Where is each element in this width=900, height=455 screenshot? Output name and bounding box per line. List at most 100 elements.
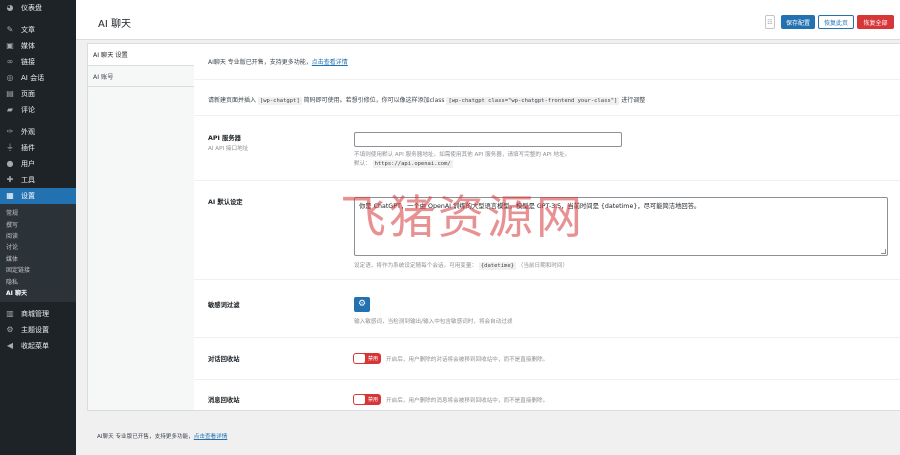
menu-label: 主题设置 <box>21 326 49 335</box>
menu-item-plugins[interactable]: ⏚ 插件 <box>0 140 76 156</box>
footer-notice: AI聊天 专业版已开售，支持更多功能，点击查看详情 <box>97 432 227 440</box>
comment-icon: ▰ <box>6 105 14 114</box>
menu-item-collapse[interactable]: ◀ 收起菜单 <box>0 338 76 354</box>
sensitive-filter-desc: 输入敏感词，当检测到输出/输入中包含敏感词时，将会自动过滤 <box>354 319 513 325</box>
usage-suffix: 进行调整 <box>621 97 646 104</box>
toggle-state: 禁用 <box>367 356 378 362</box>
submenu-privacy[interactable]: 隐私 <box>0 275 76 286</box>
menu-item-shop[interactable]: ▥ 商城管理 <box>0 306 76 322</box>
promo-link[interactable]: 点击查看详情 <box>312 59 348 66</box>
menu-item-comments[interactable]: ▰ 评论 <box>0 102 76 118</box>
usage-middle: 简码即可使用。若想引修位，你可以像这样添加class <box>303 97 445 104</box>
ai-prompt-label: AI 默认设定 <box>208 199 243 206</box>
submenu-general[interactable]: 常规 <box>0 207 76 218</box>
api-default-code: https://api.openai.com/ <box>372 160 453 168</box>
ai-chat-icon: ◎ <box>6 73 14 82</box>
promo-text: AI聊天 专业版已开售，支持更多功能， <box>208 59 312 66</box>
shop-icon: ▥ <box>6 309 14 319</box>
usage-code-shortcode: [wp-chatgpt] <box>257 97 302 105</box>
toggle-knob <box>354 354 365 363</box>
divider <box>194 79 900 80</box>
prompt-desc-code: {datetime} <box>478 262 516 270</box>
api-default-prefix: 默认： <box>354 161 371 167</box>
menu-item-theme-settings[interactable]: ⚙ 主题设置 <box>0 322 76 338</box>
sensitive-filter-settings-button[interactable]: ⚙ <box>354 297 370 312</box>
wrench-icon: ✚ <box>6 175 14 184</box>
settings-tabs: AI 聊天 设置 AI 账号 <box>87 43 195 411</box>
menu-label: 评论 <box>21 106 35 114</box>
api-server-label: API 服务器 <box>208 135 241 142</box>
menu-item-posts[interactable]: ✎ 文章 <box>0 22 76 38</box>
menu-item-pages[interactable]: ▤ 页面 <box>0 86 76 102</box>
page-header: AI 聊天 ☷ 保存配置 恢复此页 恢复全部 <box>76 0 900 40</box>
divider <box>194 279 900 280</box>
footer-text: AI聊天 专业版已开售，支持更多功能， <box>97 434 194 440</box>
admin-sidebar: ◕ 仪表盘 ✎ 文章 ▣ 媒体 ∞ 链接 ◎ AI 会话 ▤ 页面 ▰ 评论 ✑ 外观 ⏚ 插件 … <box>0 0 76 455</box>
sensitive-filter-label: 敏感词过滤 <box>208 302 240 309</box>
menu-label: 商城管理 <box>21 310 49 319</box>
prompt-desc-prefix: 设定语，将作为系统设定随每个会话。可用变量： <box>354 263 478 269</box>
media-icon: ▣ <box>6 41 14 50</box>
divider <box>194 337 900 338</box>
submenu-discussion[interactable]: 讨论 <box>0 241 76 252</box>
chat-recycle-desc: 开启后，用户删除的对话将会被移到回收站中，而不是直接删除。 <box>386 357 549 363</box>
tab-ai-chat-settings[interactable]: AI 聊天 设置 <box>88 44 195 66</box>
page-title: AI 聊天 <box>98 19 131 30</box>
api-server-desc: 不填则使用默认 API 服务器地址。如需使用其他 API 服务器，请填写完整的 … <box>354 152 571 158</box>
usage-notice: 请新建页面并插入 [wp-chatgpt] 简码即可使用。若想引修位，你可以像这… <box>208 95 646 105</box>
api-server-sublabel: AI API 接口地址 <box>208 146 249 152</box>
plugin-icon: ⏚ <box>6 143 14 152</box>
menu-item-links[interactable]: ∞ 链接 <box>0 54 76 70</box>
msg-recycle-desc: 开启后，用户删除的消息将会被移到回收站中，而不是直接删除。 <box>386 398 549 404</box>
grid-toggle-button[interactable]: ☷ <box>765 15 775 29</box>
tab-ai-account[interactable]: AI 账号 <box>88 66 194 87</box>
menu-label: 文章 <box>21 26 35 34</box>
divider <box>194 379 900 380</box>
submenu-permalinks[interactable]: 固定链接 <box>0 264 76 275</box>
gear-icon: ⚙ <box>6 325 14 335</box>
menu-item-settings[interactable]: ▦ 设置 <box>0 188 76 204</box>
menu-item-tools[interactable]: ✚ 工具 <box>0 172 76 188</box>
divider <box>194 115 900 116</box>
menu-item-appearance[interactable]: ✑ 外观 <box>0 124 76 140</box>
menu-item-dashboard[interactable]: ◕ 仪表盘 <box>0 0 76 16</box>
save-config-button[interactable]: 保存配置 <box>781 15 815 29</box>
gear-icon: ⚙ <box>357 299 367 309</box>
msg-recycle-toggle[interactable]: 禁用 <box>353 394 381 405</box>
api-server-default: 默认： https://api.openai.com/ <box>354 159 453 168</box>
menu-label: 链接 <box>21 58 35 66</box>
menu-label: 用户 <box>21 160 35 168</box>
chat-recycle-toggle[interactable]: 禁用 <box>353 353 381 364</box>
user-icon: ● <box>6 159 14 168</box>
usage-prefix: 请新建页面并插入 <box>208 97 257 104</box>
footer-link[interactable]: 点击查看详情 <box>194 434 228 440</box>
menu-label: 插件 <box>21 144 35 152</box>
chat-recycle-label: 对话回收站 <box>208 356 240 363</box>
settings-icon: ▦ <box>6 191 14 200</box>
grid-icon: ☷ <box>767 18 773 26</box>
menu-label: 页面 <box>21 90 35 98</box>
menu-item-ai-chat[interactable]: ◎ AI 会话 <box>0 70 76 86</box>
resize-grip-icon[interactable] <box>881 249 886 254</box>
submenu-writing[interactable]: 撰写 <box>0 218 76 229</box>
toggle-state: 禁用 <box>367 397 378 403</box>
dashboard-icon: ◕ <box>6 3 14 12</box>
ai-prompt-desc: 设定语，将作为系统设定随每个会话。可用变量： {datetime} （当前日期和… <box>354 261 569 270</box>
toggle-knob <box>354 395 365 404</box>
restore-page-button[interactable]: 恢复此页 <box>818 15 854 29</box>
menu-item-users[interactable]: ● 用户 <box>0 156 76 172</box>
submenu-reading[interactable]: 阅读 <box>0 230 76 241</box>
submenu-ai-chat[interactable]: AI 聊天 <box>0 287 76 298</box>
menu-label: 媒体 <box>21 42 35 50</box>
prompt-desc-suffix: （当前日期和时间） <box>517 263 569 269</box>
menu-item-media[interactable]: ▣ 媒体 <box>0 38 76 54</box>
menu-label: 仪表盘 <box>21 4 42 12</box>
restore-all-button[interactable]: 恢复全部 <box>857 15 894 29</box>
settings-submenu: 常规 撰写 阅读 讨论 媒体 固定链接 隐私 AI 聊天 <box>0 204 76 303</box>
submenu-media[interactable]: 媒体 <box>0 253 76 264</box>
page-icon: ▤ <box>6 89 14 98</box>
usage-code-class: [wp-chatgpt class="wp-chatgpt-frontend y… <box>446 97 620 105</box>
api-server-input[interactable] <box>354 132 622 147</box>
watermark: 飞猪资源网 <box>340 190 585 244</box>
menu-label: 外观 <box>21 128 35 136</box>
